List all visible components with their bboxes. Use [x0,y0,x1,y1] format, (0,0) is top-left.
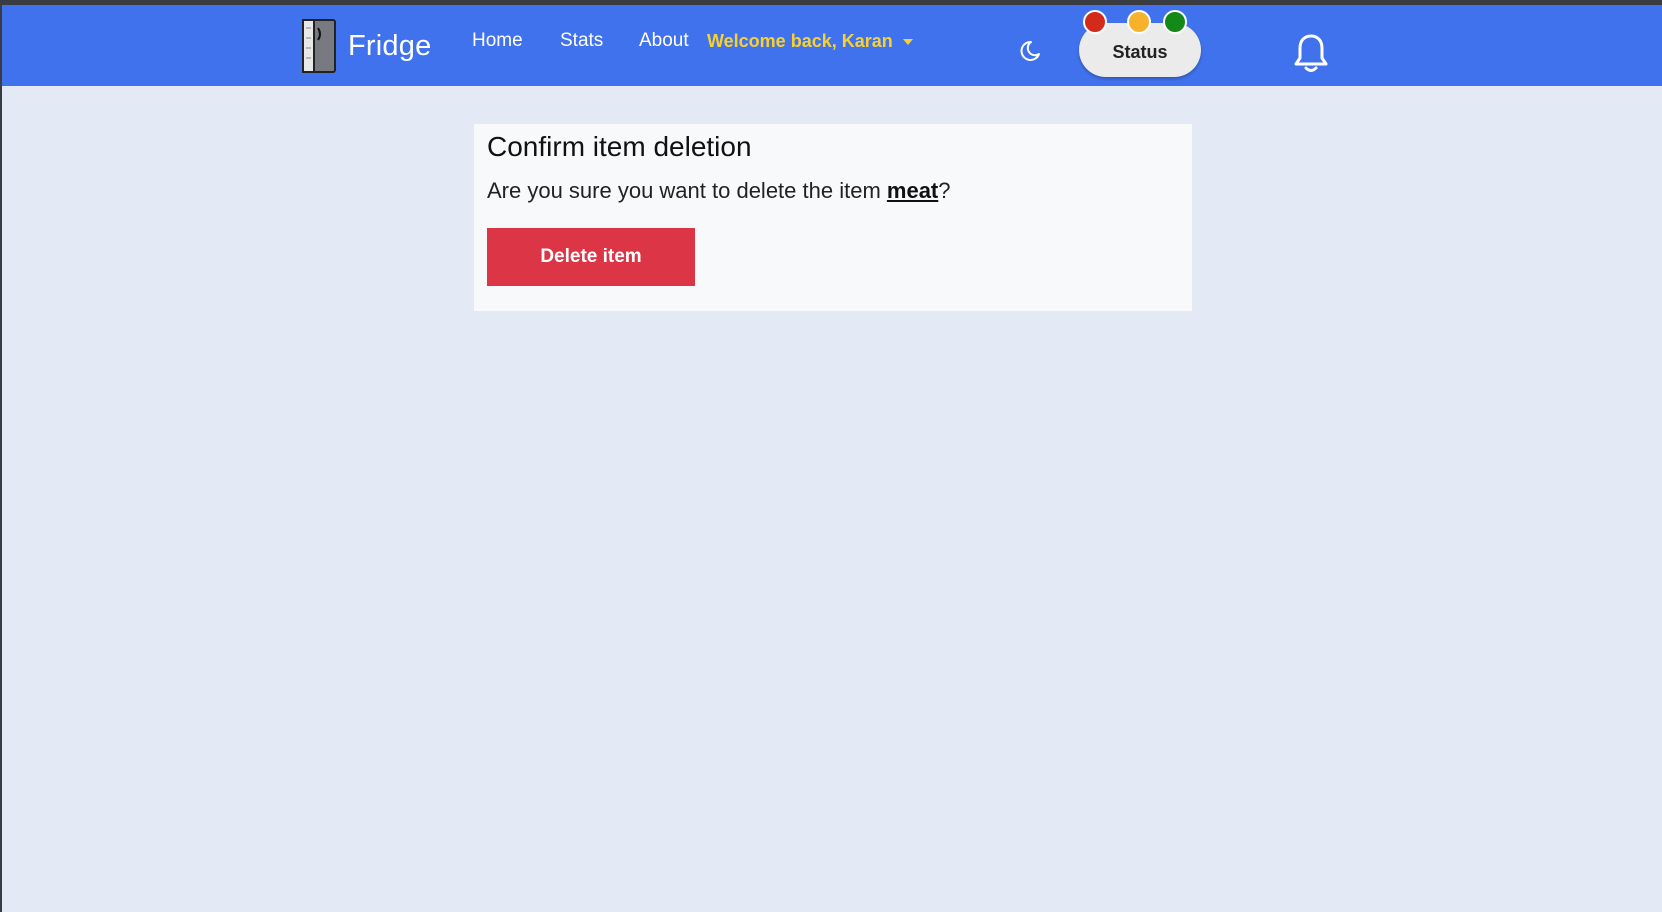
confirm-delete-card: Confirm item deletion Are you sure you w… [474,124,1192,311]
item-name-link[interactable]: meat [887,178,938,203]
status-light-amber[interactable] [1127,10,1151,34]
brand-link[interactable]: Fridge [300,18,431,74]
status-label: Status [1112,42,1168,62]
window-frame-left [0,0,2,912]
status-light-red[interactable] [1083,10,1107,34]
card-title: Confirm item deletion [487,131,752,162]
delete-item-button[interactable]: Delete item [487,228,695,286]
brand-name: Fridge [348,29,432,62]
caret-down-icon [902,38,913,45]
nav-link-about[interactable]: About [639,30,689,52]
welcome-text: Welcome back, Karan [707,31,893,51]
message-prefix: Are you sure you want to delete the item [487,178,887,203]
nav-link-stats[interactable]: Stats [560,30,603,52]
fridge-icon [302,19,336,73]
bell-icon[interactable] [1293,32,1329,74]
message-suffix: ? [938,178,951,203]
moon-icon[interactable] [1016,38,1042,64]
top-navbar: Fridge Home Stats About Welcome back, Ka… [2,5,1662,86]
status-light-green[interactable] [1163,10,1187,34]
confirmation-message: Are you sure you want to delete the item… [487,176,1179,206]
user-menu-dropdown[interactable]: Welcome back, Karan [707,31,913,52]
nav-link-home[interactable]: Home [472,30,523,52]
